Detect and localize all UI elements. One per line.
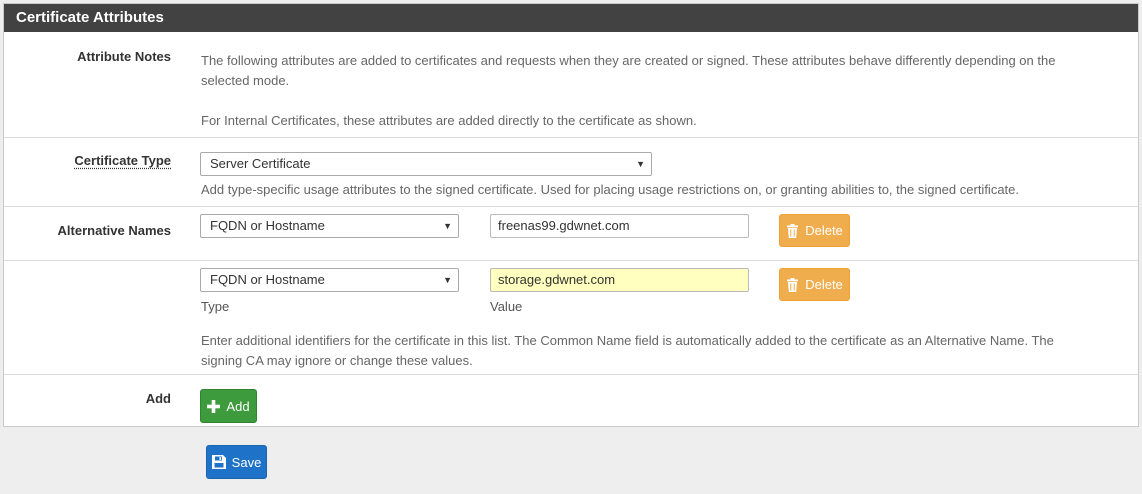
attribute-notes-label: Attribute Notes	[77, 49, 171, 64]
attribute-notes-line-2: selected mode.	[201, 73, 290, 88]
caret-down-icon: ▼	[443, 221, 452, 231]
certificate-type-selected: Server Certificate	[210, 156, 311, 171]
alternative-names-help: Enter additional identifiers for the cer…	[201, 331, 1054, 371]
alternative-names-help-line-1: Enter additional identifiers for the cer…	[201, 333, 1054, 348]
delete-button-2[interactable]: Delete	[779, 268, 850, 301]
add-button-label: Add	[226, 398, 250, 414]
alternative-names-help-line-2: signing CA may ignore or change these va…	[201, 353, 473, 368]
alt-name-type-select-2[interactable]: FQDN or Hostname ▼	[200, 268, 459, 292]
floppy-disk-icon	[211, 455, 226, 469]
attribute-notes-row: Attribute Notes The following attributes…	[4, 32, 1138, 137]
caret-down-icon: ▼	[636, 159, 645, 169]
alternative-names-row-2: FQDN or Hostname ▼ storage.gdwnet.com De…	[4, 260, 1138, 374]
alt-name-value-input-1[interactable]: freenas99.gdwnet.com	[490, 214, 749, 238]
attribute-notes-text: The following attributes are added to ce…	[201, 51, 1055, 131]
alt-name-value-input-2[interactable]: storage.gdwnet.com	[490, 268, 749, 292]
add-button[interactable]: Add	[200, 389, 257, 423]
certificate-type-row: Certificate Type Server Certificate ▼ Ad…	[4, 137, 1138, 206]
certificate-attributes-panel: Certificate Attributes Attribute Notes T…	[3, 3, 1139, 427]
value-caption: Value	[490, 299, 523, 314]
alternative-names-label: Alternative Names	[57, 223, 171, 238]
add-label: Add	[145, 391, 171, 406]
certificate-type-help: Add type-specific usage attributes to th…	[201, 182, 1019, 197]
save-button[interactable]: Save	[206, 445, 267, 479]
certificate-type-label: Certificate Type	[4, 153, 171, 168]
delete-button-1[interactable]: Delete	[779, 214, 850, 247]
attribute-notes-line-3: For Internal Certificates, these attribu…	[201, 113, 697, 128]
trash-icon	[786, 277, 799, 292]
save-button-label: Save	[231, 454, 262, 470]
plus-icon	[207, 399, 221, 413]
certificate-type-select[interactable]: Server Certificate ▼	[200, 152, 652, 176]
type-caption: Type	[201, 299, 230, 314]
panel-title: Certificate Attributes	[4, 4, 1138, 32]
add-row: Add Add	[4, 374, 1138, 426]
caret-down-icon: ▼	[443, 275, 452, 285]
alt-name-type-select-1[interactable]: FQDN or Hostname ▼	[200, 214, 459, 238]
trash-icon	[786, 223, 799, 238]
alt-name-type-selected-1: FQDN or Hostname	[210, 218, 325, 233]
certificate-type-label-text: Certificate Type	[74, 153, 171, 168]
alternative-names-row-1: Alternative Names FQDN or Hostname ▼ fre…	[4, 206, 1138, 260]
delete-button-label: Delete	[805, 223, 843, 238]
delete-button-label: Delete	[805, 277, 843, 292]
attribute-notes-line-1: The following attributes are added to ce…	[201, 53, 1056, 68]
alt-name-type-selected-2: FQDN or Hostname	[210, 272, 325, 287]
